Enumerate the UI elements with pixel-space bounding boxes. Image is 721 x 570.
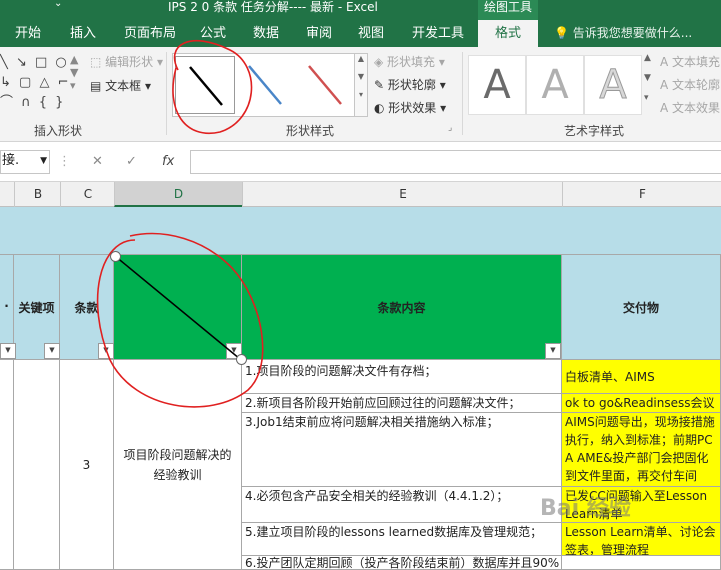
- diagonal-line-shape[interactable]: [114, 255, 241, 360]
- overlay-layer: [96, 40, 264, 408]
- watermark: Bai 经验: [540, 496, 631, 521]
- red-circle-annotation: [172, 40, 253, 135]
- line-end-handle[interactable]: [236, 354, 247, 365]
- red-circle-annotation: [96, 232, 264, 408]
- line-start-handle[interactable]: [110, 251, 121, 262]
